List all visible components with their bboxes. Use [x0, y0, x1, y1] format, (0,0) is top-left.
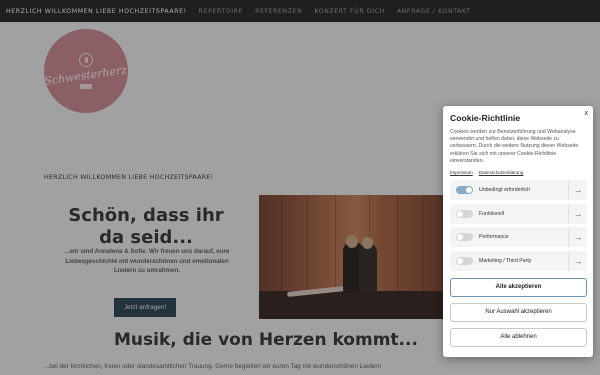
cookie-categories: Unbedingt erforderlich → Funktionell → P…	[450, 180, 587, 271]
arrow-right-icon[interactable]: →	[568, 203, 587, 224]
category-row-marketing: Marketing / Third Party →	[450, 250, 587, 271]
category-label: Unbedingt erforderlich	[479, 187, 531, 194]
category-row-necessary: Unbedingt erforderlich →	[450, 180, 587, 201]
toggle-performance[interactable]	[456, 233, 473, 242]
accept-selection-button[interactable]: Nur Auswahl akzeptieren	[450, 302, 587, 322]
cookie-description: Cookies werden zur Benutzerführung und W…	[450, 129, 579, 164]
cookie-links: Impressum Datenschutzerklärung	[450, 170, 587, 175]
accept-all-button[interactable]: Alle akzeptieren	[450, 277, 587, 297]
toggle-necessary[interactable]	[456, 186, 473, 195]
cookie-dialog: x Cookie-Richtlinie Cookies werden zur B…	[443, 106, 593, 357]
arrow-right-icon[interactable]: →	[568, 227, 587, 248]
privacy-link[interactable]: Datenschutzerklärung	[479, 170, 524, 175]
category-label: Performance	[479, 234, 509, 241]
cookie-title: Cookie-Richtlinie	[450, 113, 521, 123]
arrow-right-icon[interactable]: →	[568, 250, 587, 271]
reject-all-button[interactable]: Alle ablehnen	[450, 327, 587, 347]
category-row-performance: Performance →	[450, 227, 587, 248]
arrow-right-icon[interactable]: →	[568, 180, 587, 201]
toggle-functional[interactable]	[456, 209, 473, 218]
category-label: Marketing / Third Party	[479, 257, 532, 264]
toggle-marketing[interactable]	[456, 256, 473, 265]
imprint-link[interactable]: Impressum	[450, 170, 473, 175]
close-icon[interactable]: x	[585, 110, 589, 117]
category-label: Funktionell	[479, 210, 505, 217]
category-row-functional: Funktionell →	[450, 203, 587, 224]
